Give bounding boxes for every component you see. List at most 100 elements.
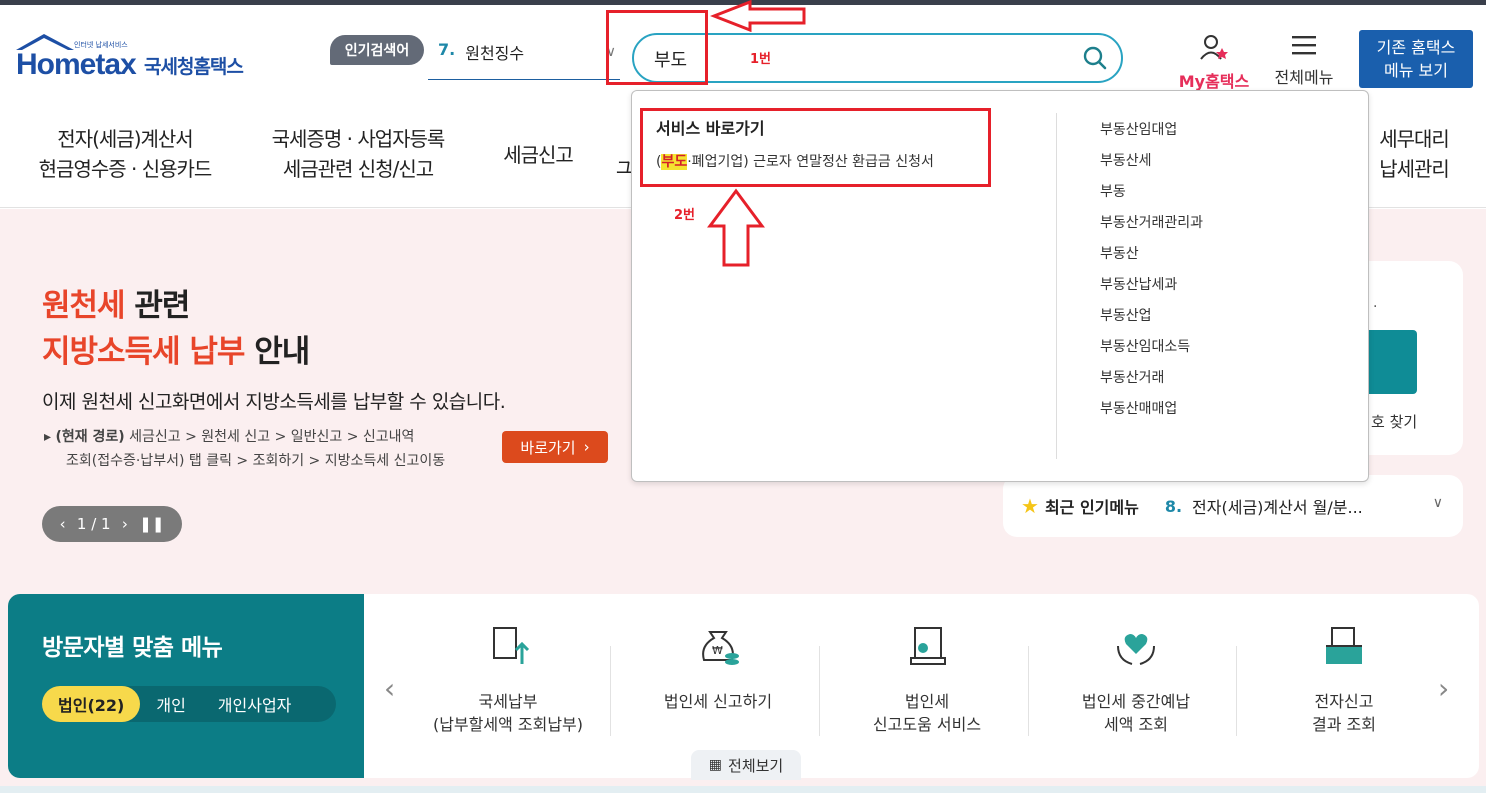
full-view-label: 전체보기 (728, 756, 784, 775)
full-view-button[interactable]: ▦ 전체보기 (691, 750, 801, 780)
money-bag-icon: ₩ (702, 631, 739, 665)
annotation-arrow-left-icon (710, 0, 806, 32)
annotation-label-1: 1번 (750, 52, 772, 67)
go-button-label: 바로가기 (520, 438, 576, 457)
search-icon[interactable] (1083, 46, 1107, 70)
tab-personal[interactable]: 개인 (140, 686, 201, 722)
suggestion-item[interactable]: 부동산세 (1100, 150, 1203, 181)
user-star-icon (1200, 35, 1228, 60)
chevron-left-icon[interactable]: ‹ (384, 672, 395, 705)
popular-keyword-select[interactable]: 7. 원천징수 ∨ (428, 40, 620, 80)
suggestion-item[interactable]: 부동산임대소득 (1100, 336, 1203, 367)
popular-keyword-rank: 7. (438, 40, 456, 59)
menu-label-line1: 법인세 (904, 692, 950, 711)
suggestion-item[interactable]: 부동산거래 (1100, 367, 1203, 398)
menu-label-line1: 법인세 신고하기 (663, 692, 773, 711)
suggestion-item[interactable]: 부동산임대업 (1100, 119, 1203, 150)
right-card-find[interactable]: 호 찾기 (1371, 411, 1417, 432)
menu-label-line2: 결과 조회 (1312, 715, 1376, 734)
pause-icon[interactable]: ❚❚ (139, 515, 164, 533)
suggestion-item[interactable]: 부동산거래관리과 (1100, 212, 1203, 243)
nav-tax-agent-line2: 납세관리 (1379, 157, 1450, 181)
svg-text:₩: ₩ (712, 644, 723, 657)
recent-title: 최근 인기메뉴 (1044, 498, 1139, 517)
nav-tax-report[interactable]: 세금신고 (498, 140, 578, 170)
hero-subtitle: 이제 원천세 신고화면에서 지방소득세를 납부할 수 있습니다. (42, 391, 506, 413)
menu-e-filing-result[interactable]: 전자신고 결과 조회 (1240, 624, 1448, 736)
go-button[interactable]: 바로가기 › (502, 431, 608, 463)
hero-title-black-2: 안내 (244, 334, 310, 370)
menu-label-line2: 세액 조회 (1104, 715, 1168, 734)
old-hometax-label-2: 메뉴 보기 (1384, 61, 1448, 80)
menu-separator (610, 646, 611, 736)
chevron-down-icon: ∨ (1432, 495, 1443, 511)
popular-keyword-tag: 인기검색어 (330, 35, 424, 65)
suggestion-item[interactable]: 부동산업 (1100, 305, 1203, 336)
dropdown-divider (1056, 113, 1057, 459)
nav-tax-certificate-line2: 세금관련 신청/신고 (282, 157, 434, 181)
hamburger-icon (1292, 36, 1316, 55)
menu-label-line1: 국세납부 (478, 692, 538, 711)
logo-korean-name: 국세청홈택스 (144, 56, 244, 78)
menu-separator (1236, 646, 1237, 736)
visitor-menu-title: 방문자별 맞춤 메뉴 (42, 635, 223, 661)
illustration-image (728, 599, 812, 609)
menu-corp-tax-report[interactable]: ₩ 법인세 신고하기 (614, 624, 822, 713)
my-hometax-label: My홈택스 (1178, 72, 1250, 91)
search-input[interactable] (654, 45, 1034, 73)
tab-sole-proprietor[interactable]: 개인사업자 (202, 686, 308, 722)
nav-tax-certificate[interactable]: 국세증명 · 사업자등록 세금관련 신청/신고 (262, 124, 454, 184)
hero-title-black-1: 관련 (124, 288, 190, 324)
menu-label-line1: 법인세 중간예납 (1081, 692, 1191, 711)
suggestion-item[interactable]: 부동 (1100, 181, 1203, 212)
visitor-menu-panel: 방문자별 맞춤 메뉴 법인(22) 개인 개인사업자 (8, 594, 364, 778)
nav-tax-agent[interactable]: 세무대리 납세관리 (1374, 124, 1454, 184)
old-hometax-label-1: 기존 홈택스 (1376, 38, 1456, 57)
annotation-arrow-up-icon (707, 188, 765, 267)
grid-icon: ▦ (708, 757, 723, 773)
hometax-logo[interactable]: 인터넷 납세서비스 Hometax 국세청홈택스 (10, 30, 260, 90)
old-hometax-button[interactable]: 기존 홈택스 메뉴 보기 (1359, 30, 1473, 88)
annotation-box-service (640, 108, 991, 187)
popular-keyword-text: 원천징수 (465, 44, 525, 63)
banner-pager: ‹ 1 / 1 › ❚❚ (42, 506, 182, 542)
recent-rank: 8. (1164, 496, 1183, 516)
annotation-box-search (606, 10, 708, 85)
nav-tax-agent-line1: 세무대리 (1379, 127, 1450, 151)
menu-national-tax-payment[interactable]: 국세납부 (납부할세액 조회납부) (404, 624, 612, 736)
nav-e-invoice-line1: 전자(세금)계산서 (57, 127, 193, 151)
menu-label-line2: (납부할세액 조회납부) (432, 715, 584, 734)
nav-tax-certificate-line1: 국세증명 · 사업자등록 (271, 127, 446, 151)
suggestion-item[interactable]: 부동산납세과 (1100, 274, 1203, 305)
star-icon: ★ (1021, 494, 1039, 518)
annotation-label-2: 2번 (674, 208, 696, 223)
prev-icon[interactable]: ‹ (60, 515, 66, 533)
menu-label-line2: 신고도움 서비스 (872, 715, 982, 734)
suggestion-list: 부동산임대업 부동산세 부동 부동산거래관리과 부동산 부동산납세과 부동산업 … (1100, 119, 1203, 429)
recent-popular-menu[interactable]: ★ 최근 인기메뉴 8. 전자(세금)계산서 월/분... ∨ (1003, 475, 1463, 537)
menu-separator (819, 646, 820, 736)
right-card-dot: . (1373, 295, 1378, 311)
visitor-tabs: 법인(22) 개인 개인사업자 (42, 686, 336, 722)
hero-path-line1: 세금신고 > 원천세 신고 > 일반신고 > 신고내역 (124, 429, 415, 445)
document-person-icon (910, 627, 946, 665)
heart-hands-icon (1117, 634, 1155, 665)
hero-title: 원천세 관련 지방소득세 납부 안내 (42, 283, 310, 375)
document-upload-icon (493, 627, 530, 664)
all-menu-button[interactable]: 전체메뉴 (1268, 34, 1340, 88)
my-hometax-button[interactable]: My홈택스 (1172, 34, 1256, 92)
hero-path-line2: 조회(접수증·납부서) 탭 클릭 > 조회하기 > 지방소득세 신고이동 (66, 453, 446, 469)
next-icon[interactable]: › (122, 515, 128, 533)
menu-corp-tax-help[interactable]: 법인세신고도움 서비스 (823, 624, 1031, 736)
hero-path: ▸ (현재 경로) 세금신고 > 원천세 신고 > 일반신고 > 신고내역 조회… (44, 425, 494, 473)
suggestion-item[interactable]: 부동산 (1100, 243, 1203, 274)
all-menu-label: 전체메뉴 (1274, 68, 1334, 87)
menu-corp-midterm-tax[interactable]: 법인세 중간예납세액 조회 (1032, 624, 1240, 736)
tab-corporation[interactable]: 법인(22) (42, 686, 141, 722)
nav-e-invoice[interactable]: 전자(세금)계산서 현금영수증 · 신용카드 (34, 124, 216, 184)
pager-count: 1 / 1 (76, 515, 111, 533)
logo-brand: Hometax (16, 48, 137, 81)
suggestion-item[interactable]: 부동산매매업 (1100, 398, 1203, 429)
bottom-border (0, 786, 1486, 793)
hero-path-label: (현재 경로) (55, 429, 125, 445)
